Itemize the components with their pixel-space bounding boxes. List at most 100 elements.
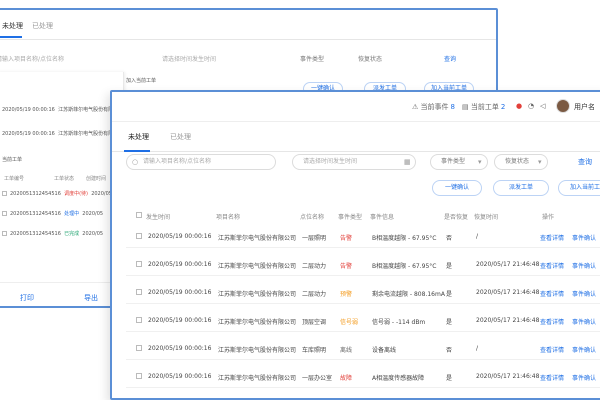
cell-type: 告警 [340, 235, 353, 242]
confirm-event-link[interactable]: 事件确认 [572, 289, 596, 298]
back-query-button[interactable]: 查询 [444, 54, 456, 63]
table-row[interactable]: 2020/05/19 00:00:16 江苏斯菲尔电气股份有限公司 一层办公室 故障 A… [126, 366, 600, 388]
cell-project: 江苏斯菲尔电气股份有限公司 [218, 263, 297, 270]
foreground-window: ⚠ 当前事件 8 ▤ 当前工单 2 ● ◔ ◁ 用户名 未处理 已处理 请输入项目名… [110, 90, 600, 400]
cell-recovered: 是 [446, 375, 453, 382]
confirm-all-button[interactable]: 一键确认 [432, 180, 482, 196]
dispatch-ticket-button[interactable]: 派发工单 [493, 180, 549, 196]
view-details-link[interactable]: 查看详情 [540, 261, 564, 270]
cell-type: 离线 [340, 347, 353, 354]
table-row[interactable]: 2020/05/19 00:00:16 江苏斯菲尔电气股份有限公司 顶层空调 信号弱 信… [126, 310, 600, 332]
bell-icon[interactable]: ◔ [528, 102, 534, 110]
row-checkbox[interactable] [136, 373, 142, 379]
back-event-type-select[interactable]: 事件类型 [300, 54, 324, 63]
cell-project: 江苏斯菲尔电气股份有限公司 [218, 291, 297, 298]
confirm-event-link[interactable]: 事件确认 [572, 261, 596, 270]
cell-info: 剩余电流越限 - 808.16mA [372, 291, 445, 298]
ticket-checkbox[interactable] [2, 191, 7, 196]
cell-project: 江苏斯菲尔电气股份有限公司 [218, 375, 297, 382]
cell-type: 预警 [340, 291, 353, 298]
current-tickets-link[interactable]: ▤ 当前工单 2 [462, 102, 505, 112]
cell-time: 2020/05/19 00:00:16 [148, 317, 212, 324]
confirm-event-link[interactable]: 事件确认 [572, 373, 596, 382]
col-recovered: 是否恢复 [444, 214, 469, 221]
back-list-item: 2020/05/19 00:00:16 江苏斯菲尔电气股份有限 [2, 130, 113, 137]
calendar-icon: ▦ [404, 158, 411, 166]
cell-recover-time: 2020/05/17 21:46:48 [476, 373, 540, 380]
add-to-ticket-button[interactable]: 加入当前工单 [558, 180, 600, 196]
cell-recovered: 是 [446, 319, 453, 326]
alert-pin-icon[interactable]: ● [516, 102, 522, 110]
row-checkbox[interactable] [136, 345, 142, 351]
search-input[interactable]: 请输入项目名称/点位名称 [126, 154, 276, 170]
col-point: 点位名称 [300, 214, 325, 221]
current-events-link[interactable]: ⚠ 当前事件 8 [412, 102, 455, 112]
ticket-date: 2020/05 [82, 211, 104, 217]
back-time-input[interactable]: 请选择时间发生时间 [162, 54, 216, 63]
cell-info: 设备离线 [372, 347, 397, 354]
view-details-link[interactable]: 查看详情 [540, 317, 564, 326]
col-type: 事件类型 [338, 214, 363, 221]
speaker-icon[interactable]: ◁ [540, 102, 545, 110]
tab-processed[interactable]: 已处理 [170, 132, 191, 142]
export-button[interactable]: 导出 [84, 293, 98, 303]
back-tab-processed[interactable]: 已处理 [32, 21, 53, 31]
confirm-event-link[interactable]: 事件确认 [572, 233, 596, 242]
row-checkbox[interactable] [136, 261, 142, 267]
ticket-status: 已完成 [64, 231, 80, 237]
cell-point: 车库照明 [302, 347, 327, 354]
col-info: 事件信息 [370, 214, 395, 221]
row-checkbox[interactable] [136, 289, 142, 295]
username[interactable]: 用户名 [574, 102, 595, 112]
ticket-checkbox[interactable] [2, 211, 7, 216]
ticket-checkbox[interactable] [2, 231, 7, 236]
cell-time: 2020/05/19 00:00:16 [148, 261, 212, 268]
tab-bar: 未处理 已处理 [112, 128, 600, 152]
cell-time: 2020/05/19 00:00:16 [148, 289, 212, 296]
view-details-link[interactable]: 查看详情 [540, 345, 564, 354]
back-panel-section-title: 当前工单 [2, 157, 23, 163]
avatar[interactable] [556, 99, 570, 113]
cell-info: B相温度越限 - 67.95°C [372, 235, 437, 242]
back-tab-unprocessed[interactable]: 未处理 [2, 21, 23, 31]
tab-indicator [124, 150, 150, 152]
chevron-down-icon: ▾ [478, 158, 482, 166]
query-button[interactable]: 查询 [560, 154, 600, 170]
confirm-event-link[interactable]: 事件确认 [572, 317, 596, 326]
cell-recovered: 是 [446, 291, 453, 298]
row-checkbox[interactable] [136, 317, 142, 323]
cell-point: 二层动力 [302, 291, 327, 298]
view-details-link[interactable]: 查看详情 [540, 373, 564, 382]
col-actions: 操作 [542, 214, 555, 221]
back-tab-bar: 未处理 已处理 [0, 10, 496, 40]
view-details-link[interactable]: 查看详情 [540, 233, 564, 242]
ticket-row[interactable]: 2020051312454516 处理中 2020/05 [2, 210, 103, 217]
tab-unprocessed[interactable]: 未处理 [128, 132, 149, 142]
back-recover-select[interactable]: 恢复状态 [358, 54, 382, 63]
time-range-input[interactable]: 请选择时间发生时间 [292, 154, 416, 170]
back-list-time: 2020/05/19 00:00:16 [2, 131, 55, 137]
back-panel-footer [0, 282, 124, 306]
table-row[interactable]: 2020/05/19 00:00:16 江苏斯菲尔电气股份有限公司 二层动力 告警 B相… [126, 254, 600, 276]
ticket-id: 2020051312454516 [10, 211, 61, 217]
ticket-row[interactable]: 2020051312454516 调度中(待) 2020/05 [2, 190, 112, 197]
back-search-input[interactable]: 请输入项目名称/点位名称 [0, 54, 64, 63]
cell-info: 信号弱 - -114 dBm [372, 319, 426, 326]
search-icon: ○ [132, 158, 139, 166]
back-list-time: 2020/05/19 00:00:16 [2, 107, 55, 113]
view-details-link[interactable]: 查看详情 [540, 289, 564, 298]
table-header: 发生时间 项目名称 点位名称 事件类型 事件信息 是否恢复 恢复时间 操作 [112, 208, 600, 226]
ticket-date: 2020/05 [82, 231, 104, 237]
current-events-count: 8 [450, 103, 455, 111]
table-row[interactable]: 2020/05/19 00:00:16 江苏斯菲尔电气股份有限公司 一层照明 告警 B相… [126, 226, 600, 248]
print-button[interactable]: 打印 [20, 293, 34, 303]
ticket-row[interactable]: 2020051312454516 已完成 2020/05 [2, 230, 103, 237]
confirm-event-link[interactable]: 事件确认 [572, 345, 596, 354]
cell-point: 一层照明 [302, 235, 327, 242]
cell-type: 信号弱 [340, 319, 359, 326]
table-row[interactable]: 2020/05/19 00:00:16 江苏斯菲尔电气股份有限公司 二层动力 预警 剩余… [126, 282, 600, 304]
row-checkbox[interactable] [136, 233, 142, 239]
select-all-checkbox[interactable] [136, 212, 142, 218]
table-row[interactable]: 2020/05/19 00:00:16 江苏斯菲尔电气股份有限公司 车库照明 离线 设备… [126, 338, 600, 360]
cell-point: 顶层空调 [302, 319, 327, 326]
